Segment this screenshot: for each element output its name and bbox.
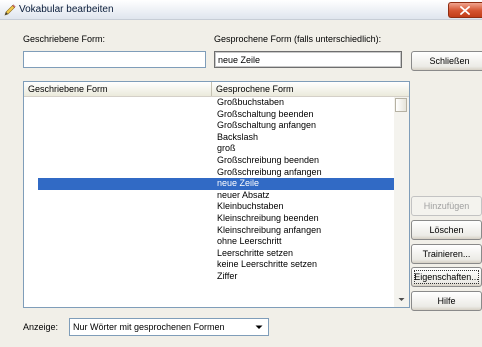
list-rows: Großbuchstaben Großschaltung beenden Großs… [24,97,394,283]
pencil-icon [4,4,16,16]
vocabulary-dialog: Vokabular bearbeiten Geschriebene Form: … [0,0,482,347]
delete-button[interactable]: Löschen [411,220,482,240]
list-item[interactable]: neue Zeile [38,178,394,190]
title-bar[interactable]: Vokabular bearbeiten [0,0,482,20]
list-scrollbar[interactable] [394,97,409,307]
written-form-label: Geschriebene Form: [23,34,106,44]
column-header-spoken[interactable]: Gesprochene Form [212,82,393,96]
spoken-form-cell: keine Leerschritte setzen [217,259,318,270]
spoken-form-cell: Backslash [217,131,259,142]
spoken-form-cell: Kleinschreibung beenden [217,212,319,223]
list-item[interactable]: Backslash [24,132,394,144]
spoken-form-cell: neuer Absatz [217,189,270,200]
spoken-form-cell: Großbuchstaben [217,97,285,107]
list-item[interactable]: keine Leerschritte setzen [24,259,394,271]
list-item[interactable]: Großschaltung anfangen [24,120,394,132]
spoken-form-cell: groß [217,143,236,154]
vocabulary-list[interactable]: Geschriebene Form Gesprochene Form Großb… [23,81,410,308]
chevron-down-icon[interactable] [252,320,266,334]
spoken-form-cell: ohne Leerschritt [217,236,282,247]
list-item[interactable]: Großschreibung beenden [24,155,394,167]
list-item[interactable]: Ziffer [24,271,394,283]
display-filter-label: Anzeige: [23,322,59,332]
add-button[interactable]: Hinzufügen [411,196,482,216]
close-button[interactable]: Schließen [411,51,482,71]
display-filter-dropdown[interactable]: Nur Wörter mit gesprochenen Formen [69,318,269,336]
close-icon [460,6,470,15]
display-filter-value: Nur Wörter mit gesprochenen Formen [73,322,225,332]
list-item[interactable]: Kleinbuchstaben [24,201,394,213]
spoken-form-cell: Großschaltung beenden [217,108,314,119]
list-item[interactable]: Leerschritte setzen [24,248,394,260]
list-item[interactable]: ohne Leerschritt [24,236,394,248]
window-close-button[interactable] [448,2,482,18]
scroll-down-icon[interactable] [395,293,408,306]
properties-button[interactable]: Eigenschaften... [411,267,482,287]
train-button[interactable]: Trainieren... [411,244,482,264]
spoken-form-cell: Kleinschreibung anfangen [217,224,322,235]
spoken-form-cell: Leerschritte setzen [217,247,294,258]
list-item[interactable]: groß [24,143,394,155]
list-item[interactable]: Großschaltung beenden [24,109,394,121]
list-item[interactable]: neuer Absatz [24,190,394,202]
written-form-input[interactable] [23,51,206,68]
scrollbar-thumb[interactable] [395,98,407,112]
spoken-form-cell: Ziffer [217,270,238,281]
spoken-form-cell: Großschreibung anfangen [217,166,322,177]
list-header: Geschriebene Form Gesprochene Form [24,82,409,97]
spoken-form-cell: Großschaltung anfangen [217,120,317,131]
spoken-form-cell: Großschreibung beenden [217,154,320,165]
spoken-form-cell: Kleinbuchstaben [217,201,284,212]
spoken-form-cell: neue Zeile [217,178,260,189]
list-item[interactable]: Großbuchstaben [24,97,394,109]
list-item[interactable]: Kleinschreibung anfangen [24,225,394,237]
spoken-form-label: Gesprochene Form (falls unterschiedlich)… [214,34,382,44]
column-header-written[interactable]: Geschriebene Form [24,82,212,96]
list-item[interactable]: Kleinschreibung beenden [24,213,394,225]
spoken-form-input[interactable] [214,51,402,68]
window-title: Vokabular bearbeiten [19,4,114,15]
help-button[interactable]: Hilfe [411,291,482,311]
list-item[interactable]: Großschreibung anfangen [24,167,394,179]
